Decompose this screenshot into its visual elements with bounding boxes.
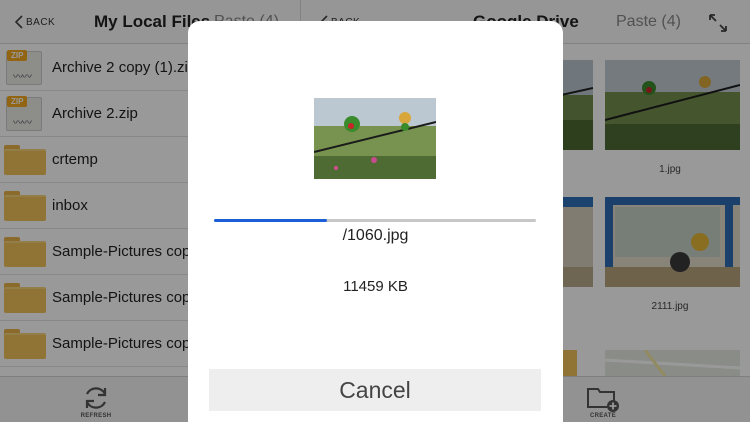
photo-image: [314, 98, 436, 179]
transfer-progress-bar: [214, 219, 536, 222]
transfer-size: 11459 KB: [343, 278, 408, 295]
transfer-preview-image: [314, 98, 436, 179]
transfer-filename: /1060.jpg: [342, 227, 409, 244]
transfer-progress-dialog: /1060.jpg 11459 KB Cancel: [188, 21, 563, 422]
transfer-progress-fill: [214, 219, 327, 222]
cancel-button[interactable]: Cancel: [209, 369, 541, 411]
